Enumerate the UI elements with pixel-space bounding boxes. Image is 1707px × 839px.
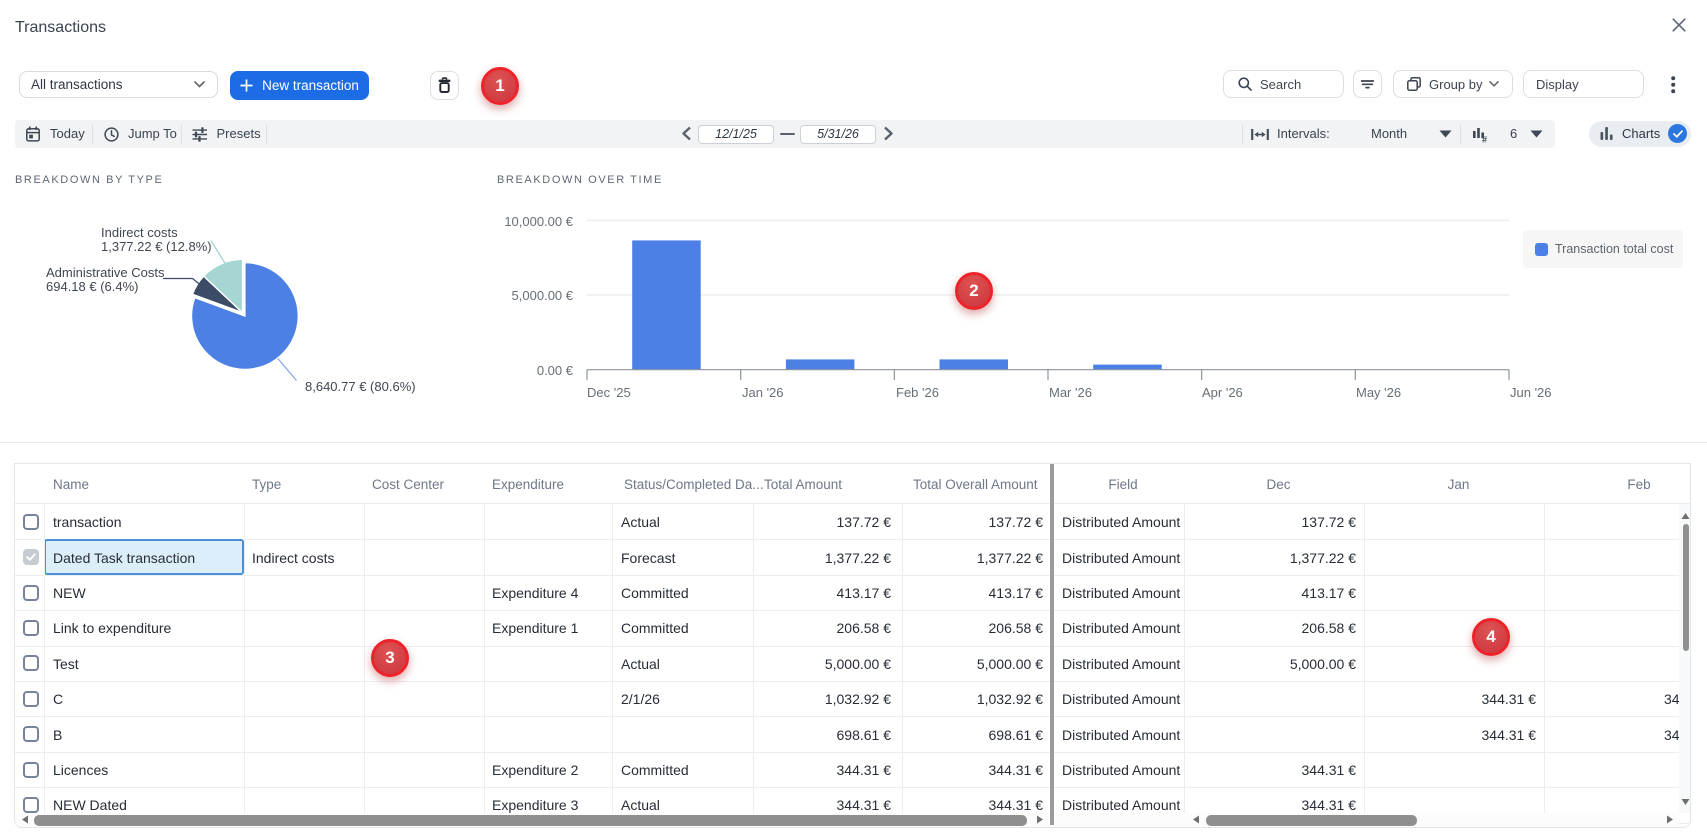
svg-text:#: # [1482,134,1487,143]
